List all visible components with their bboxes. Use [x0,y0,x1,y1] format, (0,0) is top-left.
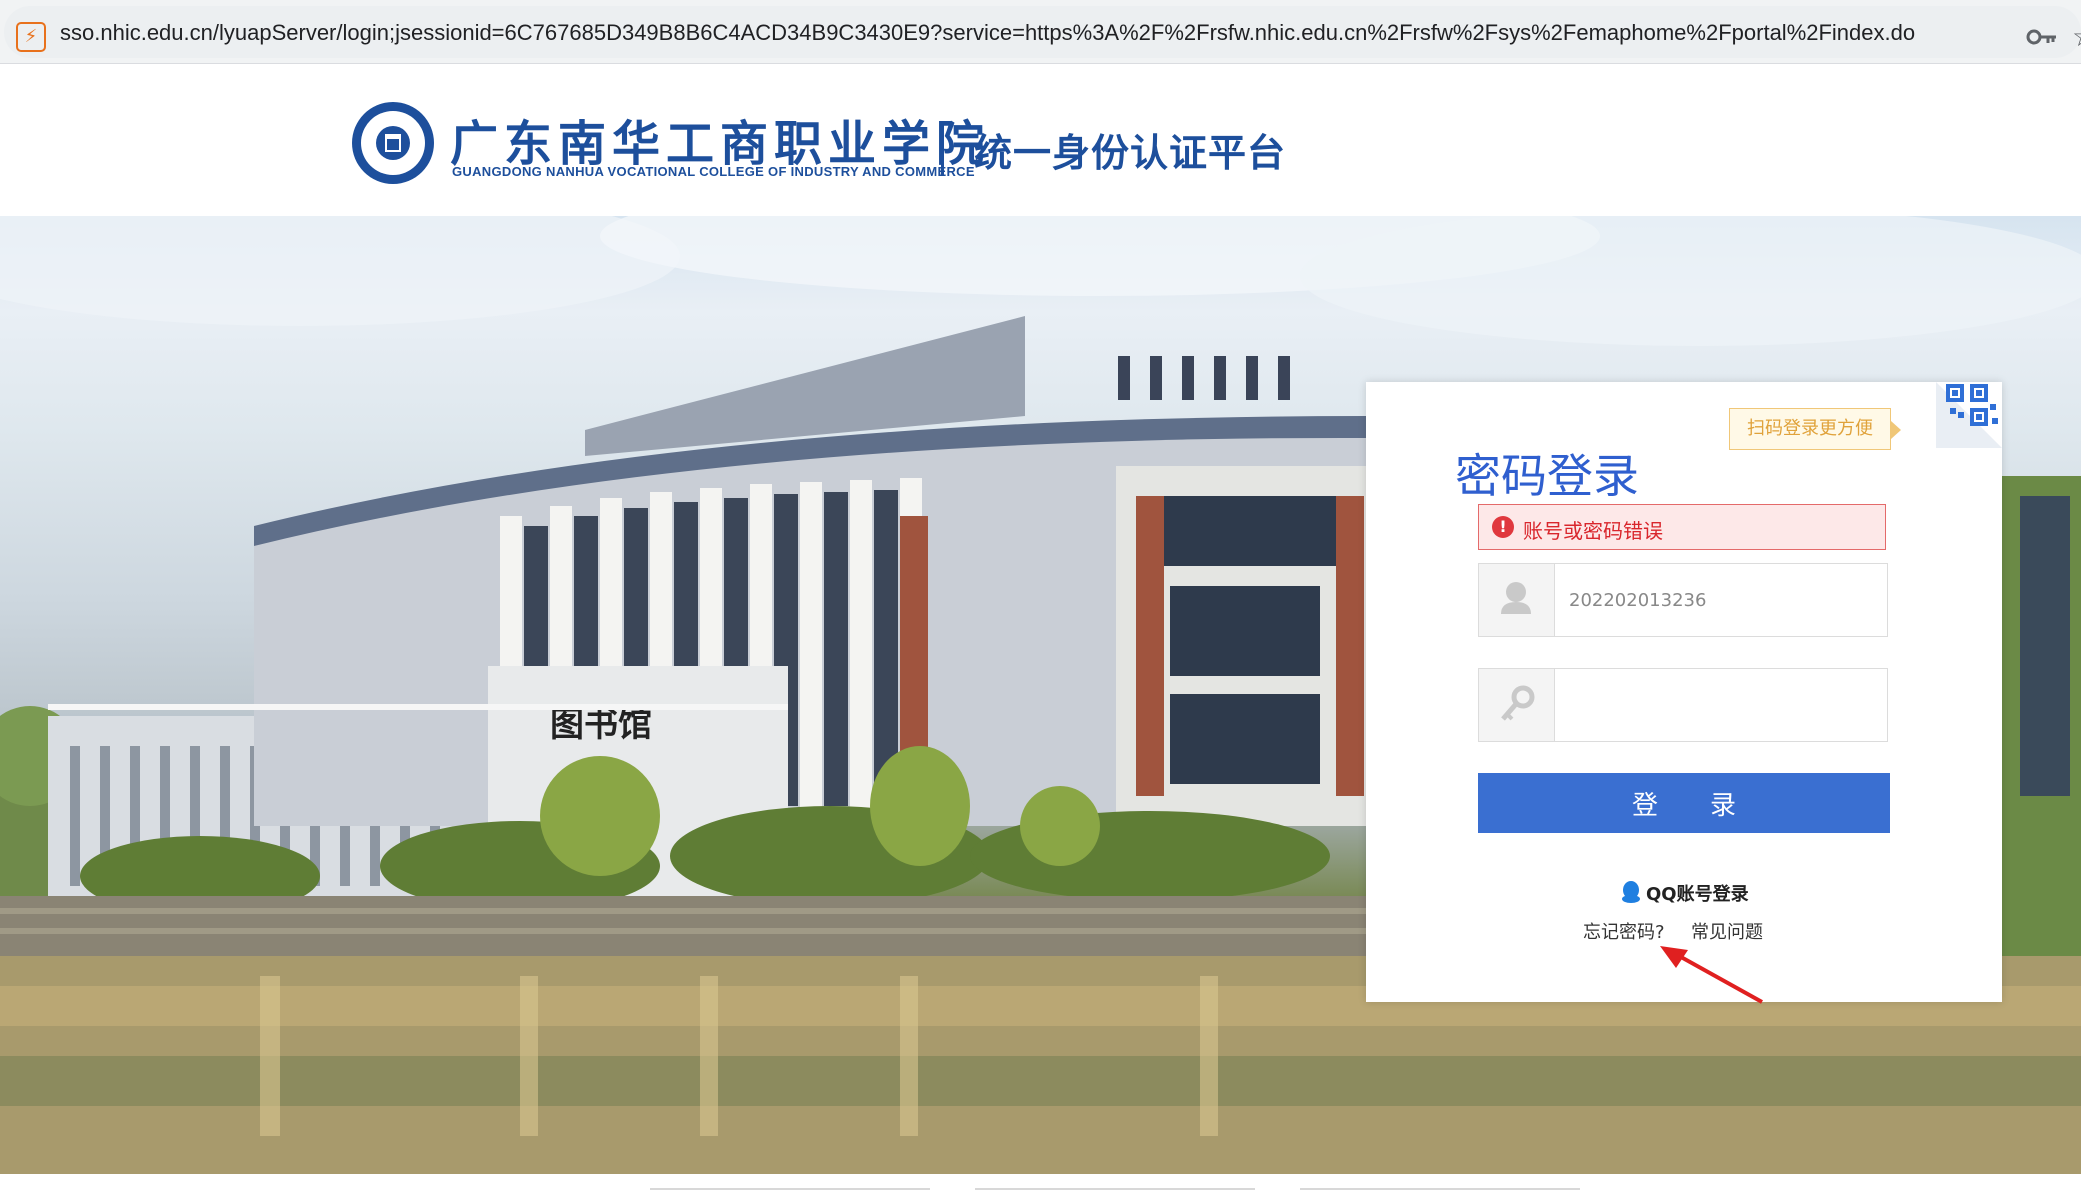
key-icon[interactable] [2026,24,2058,50]
footer-divider [1300,1188,1580,1190]
key-icon-cell [1479,669,1555,741]
building-sign: 图书馆 [550,705,652,745]
password-key-icon [1501,685,1535,721]
error-alert: ! 账号或密码错误 [1478,504,1886,550]
qr-login-tip: 扫码登录更方便 [1729,408,1901,450]
header-divider [941,124,944,176]
error-message: 账号或密码错误 [1523,519,1663,543]
qq-icon [1622,881,1640,903]
password-row [1478,668,1888,742]
qr-code-icon[interactable] [1936,382,2002,448]
red-arrow-annotation [1660,946,1763,1004]
login-title: 密码登录 [1455,449,1639,503]
school-name-en: GUANGDONG NANHUA VOCATIONAL COLLEGE OF I… [452,164,975,179]
footer-divider [650,1188,930,1190]
site-header: 广东南华工商职业学院 GUANGDONG NANHUA VOCATIONAL C… [0,64,2081,216]
url-text[interactable]: sso.nhic.edu.cn/lyuapServer/login;jsessi… [60,20,1915,46]
username-row [1478,563,1888,637]
platform-title: 统一身份认证平台 [974,131,1287,175]
qr-code-toggle[interactable] [1936,382,2002,448]
alert-icon: ! [1492,516,1514,538]
user-icon-cell [1479,564,1555,636]
school-logo [352,102,434,184]
qq-login-label[interactable]: QQ账号登录 [1646,880,1749,906]
browser-address-bar: ⚡ sso.nhic.edu.cn/lyuapServer/login;jses… [0,0,2081,64]
password-input[interactable] [1555,669,1887,741]
login-button[interactable]: 登 录 [1478,773,1890,833]
address-pill[interactable]: ⚡ sso.nhic.edu.cn/lyuapServer/login;jses… [4,6,2081,58]
forgot-password-link[interactable]: 忘记密码? [1583,918,1665,944]
footer-divider [975,1188,1255,1190]
user-icon [1501,582,1531,614]
browser-menu-icon[interactable]: ☆ [2072,20,2081,56]
username-input[interactable] [1555,564,1887,636]
faq-link[interactable]: 常见问题 [1691,918,1763,944]
page-icon[interactable]: ⚡ [16,22,46,52]
